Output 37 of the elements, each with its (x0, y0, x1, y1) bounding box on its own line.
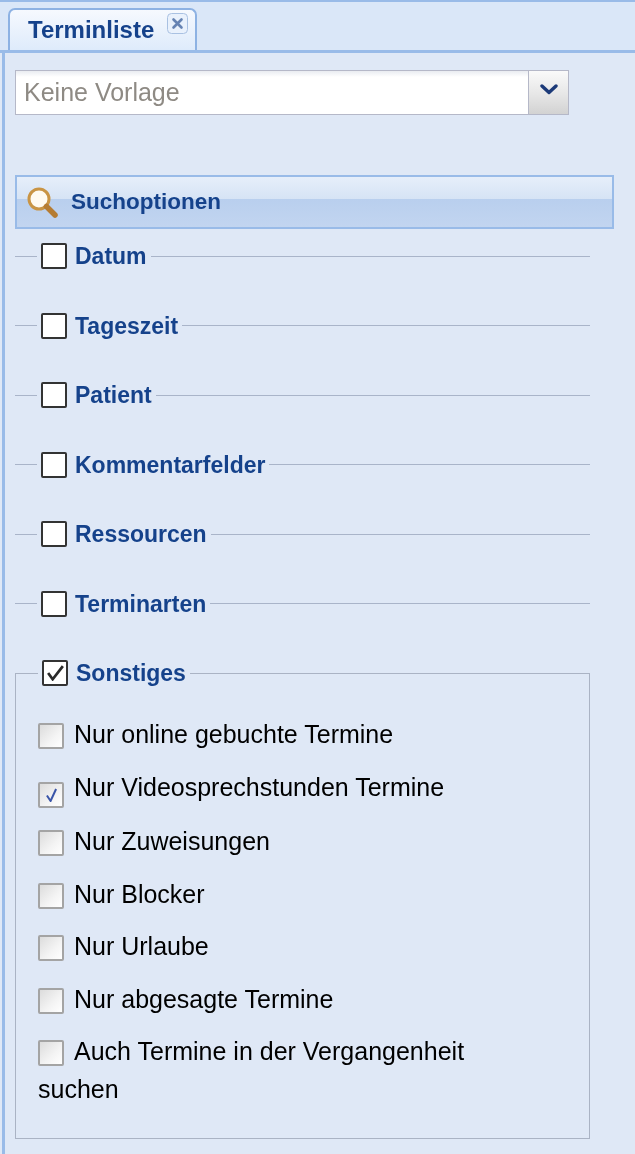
checkbox[interactable] (38, 723, 64, 749)
close-icon[interactable] (167, 12, 189, 34)
checkbox[interactable] (41, 451, 67, 478)
checkbox-option[interactable]: Nur Urlaube (38, 927, 209, 965)
group-label: Patient (75, 382, 152, 408)
checkmark-icon (45, 787, 57, 802)
checkbox-option[interactable]: Nur abgesagte Termine (38, 979, 334, 1018)
checkbox-option[interactable]: Nur online gebuchte Termine (38, 715, 394, 753)
checkbox[interactable] (38, 882, 64, 909)
checkbox-option[interactable]: Nur Blocker (38, 874, 205, 913)
template-field[interactable]: Keine Vorlage (15, 70, 528, 115)
checkbox[interactable] (38, 987, 64, 1014)
checkbox[interactable] (42, 660, 68, 686)
checkbox[interactable] (38, 1040, 64, 1066)
checkbox[interactable] (38, 935, 64, 961)
checkbox[interactable] (38, 781, 64, 808)
group-label: Sonstiges (76, 660, 186, 686)
checkbox-option[interactable]: Nur Videosprechstunden Termine (38, 767, 445, 808)
checkbox-option[interactable]: Auch Termine in der Vergangenheit suchen (38, 1032, 498, 1108)
tab[interactable]: Terminliste (8, 8, 198, 50)
checkbox[interactable] (41, 312, 67, 339)
group-label: Ressourcen (75, 521, 207, 547)
checkmark-icon (46, 665, 64, 681)
group-label: Terminarten (75, 590, 207, 617)
checkbox[interactable] (41, 590, 67, 617)
dropdown-button[interactable] (528, 70, 569, 115)
checkbox[interactable] (38, 830, 64, 856)
checkbox[interactable] (41, 382, 67, 408)
group-label: Kommentarfelder (75, 451, 266, 478)
checkbox[interactable] (41, 243, 67, 269)
section-title: Suchoptionen (71, 189, 221, 215)
group-label: Datum (75, 243, 147, 269)
chevron-down-icon (539, 84, 558, 95)
checkbox-option[interactable]: Nur Zuweisungen (38, 822, 270, 860)
group-label: Tageszeit (75, 312, 179, 339)
checkbox[interactable] (41, 521, 67, 547)
search-icon (26, 186, 58, 218)
